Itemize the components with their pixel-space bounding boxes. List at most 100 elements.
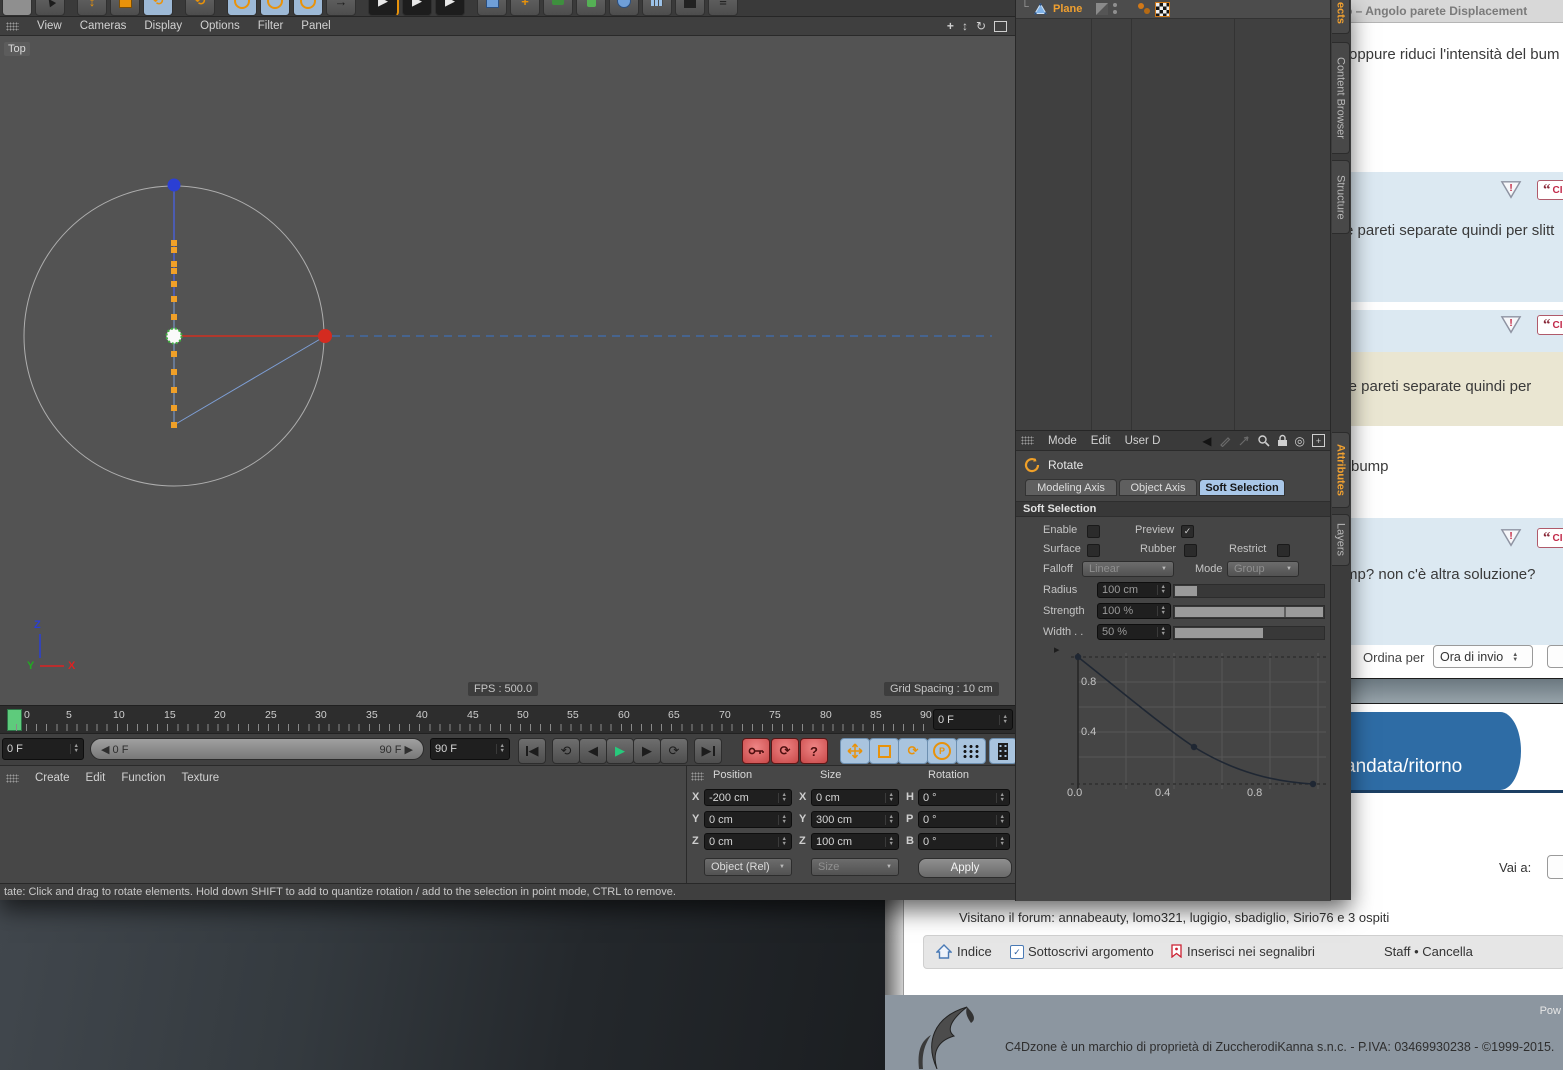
rot-p-input[interactable]: 0 ° [918,811,1010,828]
render-dot-icon[interactable] [1113,10,1117,14]
scale-tool-icon[interactable] [110,0,140,16]
lock-icon[interactable] [1277,434,1288,447]
viewport-top[interactable]: Top Z Y X FPS : 500.0 Grid Spacing: 10 … [0,36,1015,705]
stepper-icon[interactable] [777,836,787,847]
staff-links[interactable]: Staff • Cancella [1384,944,1473,959]
texture-tag-icon[interactable] [1155,2,1170,17]
size-mode-dropdown[interactable]: Size [811,858,899,876]
range-end-spinner[interactable]: 90 F [430,738,510,760]
view-pan-icon[interactable]: + [947,19,954,33]
apply-button[interactable]: Apply [918,858,1012,878]
rubber-checkbox[interactable] [1184,544,1197,557]
menu-userdata[interactable]: User D [1125,435,1161,447]
primitive-cube-icon[interactable] [477,0,507,16]
viewport-canvas[interactable] [0,36,1015,705]
pos-y-input[interactable]: 0 cm [704,811,792,828]
panel-grip-icon[interactable] [6,773,19,783]
lock-y-axis-icon[interactable] [260,0,290,16]
timeline-scrubber[interactable]: ◀ 0 F 90 F ▶ [90,738,424,760]
record-keyframe-button[interactable] [742,738,770,764]
keyframe-rotation-button[interactable]: ⟳ [898,738,928,764]
quote-button[interactable]: “ CI [1537,528,1563,548]
tab-structure[interactable]: Structure [1332,160,1350,234]
stepper-icon[interactable] [884,814,894,825]
report-warning-icon[interactable]: ! [1500,315,1522,335]
lock-z-axis-icon[interactable] [293,0,323,16]
next-key-button[interactable]: ⟳ [660,738,688,764]
keyframe-scale-button[interactable] [869,738,899,764]
stepper-icon[interactable] [995,836,1005,847]
surface-checkbox[interactable] [1087,544,1100,557]
menu-mode[interactable]: Mode [1048,435,1077,447]
stepper-icon[interactable] [884,792,894,803]
coordinate-system-icon[interactable]: → [326,0,356,16]
stepper-icon[interactable] [1156,606,1166,616]
falloff-curve-editor[interactable] [1041,649,1331,799]
quote-button[interactable]: “ CI [1537,315,1563,335]
size-x-input[interactable]: 0 cm [811,789,899,806]
subscribe-link[interactable]: Sottoscrivi argomento [1028,944,1154,959]
previous-key-button[interactable]: ⟲ [552,738,580,764]
restrict-checkbox[interactable] [1277,544,1290,557]
width-slider[interactable] [1173,626,1325,640]
stepper-icon[interactable] [884,836,894,847]
panel-grip-icon[interactable] [1021,436,1034,445]
tab-layers[interactable]: Layers [1332,514,1350,566]
autokey-button[interactable]: ⟳ [771,738,799,764]
point-level-animation-button[interactable] [956,738,986,764]
toolbar-overflow-icon[interactable]: ≡ [708,0,738,16]
stepper-icon[interactable] [995,814,1005,825]
strength-input[interactable]: 100 % [1097,603,1171,619]
search-icon[interactable] [1257,434,1270,447]
menu-panel[interactable]: Panel [301,20,330,32]
falloff-mode-dropdown[interactable]: Group [1227,561,1299,577]
menu-view[interactable]: View [37,20,62,32]
render-region-button[interactable]: ▶ [402,0,432,16]
strength-slider[interactable] [1173,605,1325,619]
visibility-toggle-icon[interactable] [1096,3,1108,15]
stepper-icon[interactable] [69,744,79,754]
menu-create[interactable]: Create [35,772,70,784]
target-icon[interactable]: ◎ [1295,434,1305,448]
play-button[interactable]: ▶ [606,738,634,764]
report-warning-icon[interactable]: ! [1500,180,1522,200]
stepper-icon[interactable] [495,744,505,754]
falloff-dropdown[interactable]: Linear [1082,561,1174,577]
bookmark-link[interactable]: Inserisci nei segnalibri [1187,944,1315,959]
menu-texture[interactable]: Texture [181,772,219,784]
rot-b-input[interactable]: 0 ° [918,833,1010,850]
last-tool-icon[interactable]: ⟲ [185,0,215,16]
tag-dot-icon[interactable] [1138,3,1144,9]
stepper-icon[interactable] [998,714,1008,725]
array-icon[interactable] [642,0,672,16]
goto-dropdown[interactable] [1547,855,1563,879]
previous-frame-button[interactable]: ◀ [579,738,607,764]
quote-button[interactable]: “ CI [1537,180,1563,200]
subscribe-checkbox[interactable]: ✓ [1010,945,1024,959]
tag-dot-icon[interactable] [1144,8,1150,14]
current-frame-spinner[interactable]: 0 F [933,709,1013,730]
object-name[interactable]: Plane [1053,3,1082,15]
editor-dot-icon[interactable] [1113,3,1117,7]
range-start-spinner[interactable]: 0 F [2,738,84,760]
next-frame-button[interactable]: ▶ [633,738,661,764]
menu-edit[interactable]: Edit [86,772,106,784]
width-input[interactable]: 50 % [1097,624,1171,640]
spline-pen-icon[interactable]: + [510,0,540,16]
lock-x-axis-icon[interactable] [227,0,257,16]
selection-cursor-icon[interactable]: ▲ [35,0,65,16]
rotate-tool-icon[interactable]: ⟲ [143,0,173,16]
coordinate-mode-dropdown[interactable]: Object (Rel) [704,858,792,876]
pos-z-input[interactable]: 0 cm [704,833,792,850]
menu-edit[interactable]: Edit [1091,435,1111,447]
stepper-icon[interactable] [777,792,787,803]
stepper-icon[interactable] [995,792,1005,803]
keyframe-position-button[interactable] [840,738,870,764]
menu-filter[interactable]: Filter [258,20,284,32]
tab-modeling-axis[interactable]: Modeling Axis [1025,479,1117,496]
stepper-icon[interactable] [1156,627,1166,637]
panel-grip-icon[interactable] [6,21,19,31]
environment-icon[interactable] [609,0,639,16]
history-back-icon[interactable]: ◀ [1202,434,1211,448]
size-z-input[interactable]: 100 cm [811,833,899,850]
